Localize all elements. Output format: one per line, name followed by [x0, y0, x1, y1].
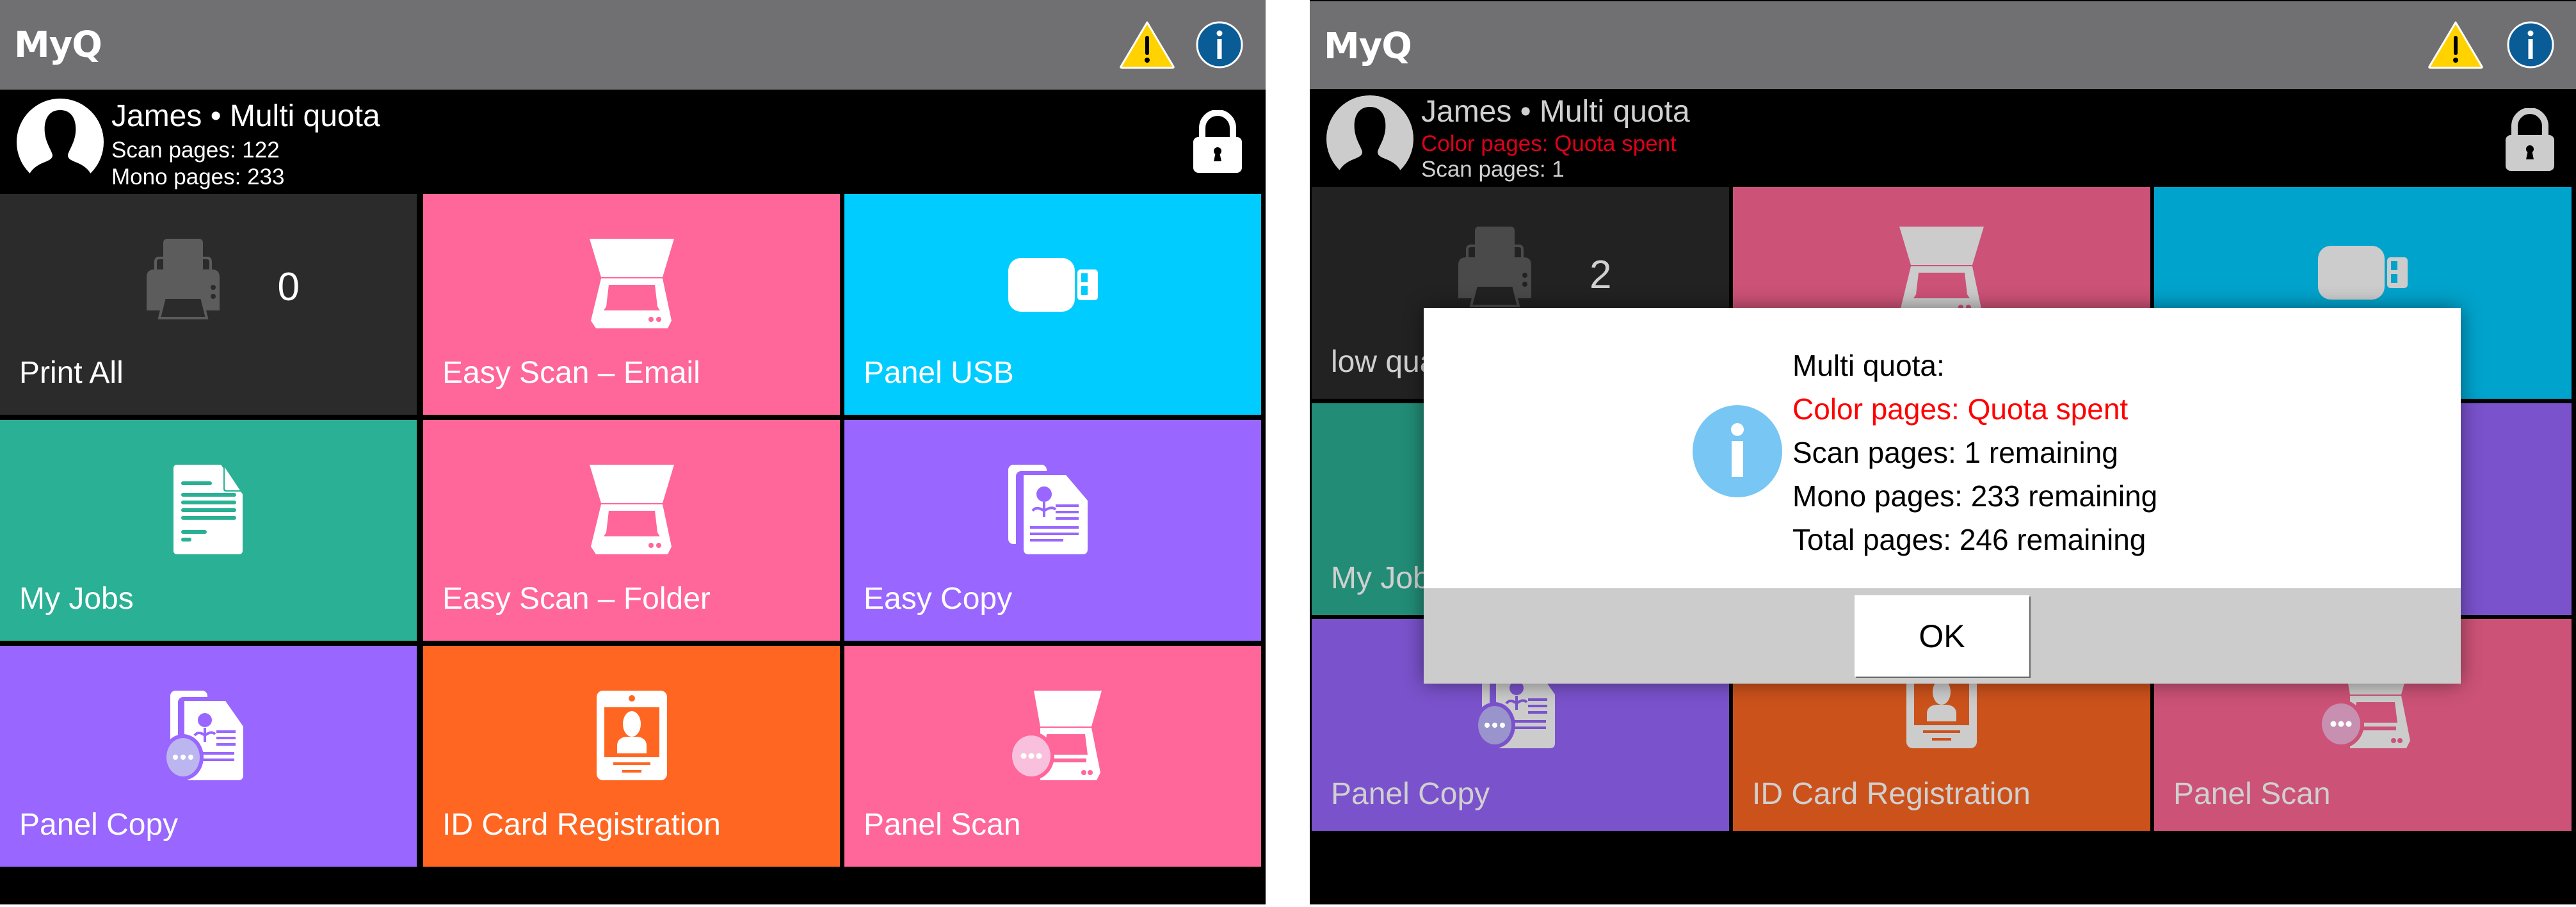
tile-label: Panel Scan [2173, 777, 2331, 811]
tile-label: Easy Copy [864, 582, 1013, 616]
tile-panel-scan[interactable]: Panel Scan [844, 646, 1261, 867]
printer-icon [141, 239, 237, 325]
tile-label: Panel Copy [19, 808, 179, 842]
lock-icon[interactable] [2504, 108, 2556, 172]
dialog-body: Multi quota: Color pages: Quota spent Sc… [1424, 308, 2461, 588]
quota-line: Mono pages: 233 [111, 165, 285, 189]
quota-line: Scan pages: 1 [1421, 157, 1565, 182]
copy-icon [1008, 465, 1098, 558]
tile-easy-scan-folder[interactable]: Easy Scan – Folder [423, 420, 840, 641]
tile-panel-copy[interactable]: Panel Copy [0, 646, 417, 867]
printer-icon [1453, 227, 1549, 313]
top-bar: MyQ [1310, 1, 2576, 89]
usb-icon [1008, 257, 1098, 317]
dialog-message: Multi quota: Color pages: Quota spent Sc… [1792, 344, 2157, 561]
user-title: James • Multi quota [1421, 95, 1690, 129]
job-count: 0 [277, 265, 300, 309]
screen-home: MyQ James • Multi quota Scan pages: 122 … [0, 0, 1266, 904]
info-icon [1693, 405, 1782, 497]
quota-line-alert: Color pages: Quota spent [1421, 131, 1677, 156]
tile-label: ID Card Registration [1752, 777, 2031, 811]
tile-label: Easy Scan – Email [442, 356, 700, 390]
tile-id-card-registration[interactable]: ID Card Registration [423, 646, 840, 867]
tile-label: ID Card Registration [442, 808, 721, 842]
dialog-line: Scan pages: 1 remaining [1792, 436, 2118, 469]
dialog-line-alert: Color pages: Quota spent [1792, 392, 2129, 426]
user-info-bar: James • Multi quota Scan pages: 122 Mono… [0, 90, 1266, 193]
document-icon [173, 465, 244, 558]
app-title: MyQ [14, 24, 102, 66]
scanner-icon [587, 239, 677, 332]
dialog-line: Total pages: 246 remaining [1792, 523, 2146, 556]
warning-icon[interactable] [2427, 20, 2484, 69]
tile-label: Print All [19, 356, 124, 390]
top-bar: MyQ [0, 0, 1266, 90]
user-title: James • Multi quota [111, 99, 380, 133]
scanner-icon [1897, 227, 1986, 319]
info-icon[interactable] [1196, 21, 1243, 68]
lock-icon[interactable] [1192, 110, 1243, 174]
app-title: MyQ [1324, 26, 1412, 67]
job-count: 2 [1590, 253, 1612, 297]
dialog-line: Mono pages: 233 remaining [1792, 479, 2158, 513]
screen-quota-dialog: MyQ James • Multi quota Color pages: Quo… [1310, 0, 2576, 904]
usb-icon [2318, 245, 2408, 305]
tile-label: Panel Scan [864, 808, 1021, 842]
scanner-icon [587, 465, 677, 558]
dialog-footer: OK [1424, 588, 2461, 684]
quota-line: Scan pages: 122 [111, 138, 280, 163]
id-card-icon [596, 691, 667, 783]
tile-label: Easy Scan – Folder [442, 582, 711, 616]
tile-print-all[interactable]: 0 Print All [0, 194, 417, 415]
tile-my-jobs[interactable]: My Jobs [0, 420, 417, 641]
tile-easy-scan-email[interactable]: Easy Scan – Email [423, 194, 840, 415]
tile-label: Panel USB [864, 356, 1014, 390]
warning-icon[interactable] [1119, 20, 1175, 69]
info-icon[interactable] [2507, 21, 2554, 68]
tile-label: My Jobs [19, 582, 134, 616]
avatar[interactable] [15, 97, 105, 187]
quota-dialog: Multi quota: Color pages: Quota spent Sc… [1424, 308, 2461, 684]
panel-copy-icon [162, 691, 254, 783]
tile-panel-usb[interactable]: Panel USB [844, 194, 1261, 415]
user-info-bar: James • Multi quota Color pages: Quota s… [1310, 89, 2576, 187]
avatar[interactable] [1325, 94, 1415, 184]
dialog-line: Multi quota: [1792, 349, 1945, 382]
tile-easy-copy[interactable]: Easy Copy [844, 420, 1261, 641]
ok-button[interactable]: OK [1855, 595, 2029, 677]
panel-scan-icon [1008, 691, 1104, 783]
tile-label: Panel Copy [1331, 777, 1490, 811]
